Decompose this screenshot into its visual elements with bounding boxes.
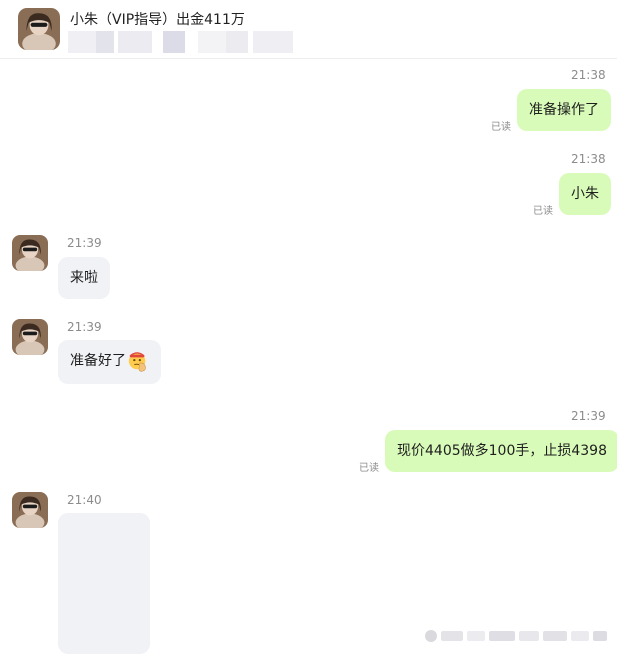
chat-header: 小朱（VIP指导）出金411万 bbox=[0, 0, 617, 59]
contact-avatar[interactable] bbox=[18, 8, 60, 50]
message-text: 准备好了 bbox=[70, 353, 126, 369]
contact-name: 小朱（VIP指导）出金411万 bbox=[70, 12, 245, 28]
message-timestamp: 21:38 bbox=[571, 152, 606, 166]
read-status: 已读 bbox=[359, 463, 379, 474]
message-bubble-incoming[interactable]: 准备好了 bbox=[58, 340, 161, 384]
image-message-attachment[interactable] bbox=[58, 513, 150, 654]
message-timestamp: 21:40 bbox=[67, 493, 102, 507]
avatar-photo-icon bbox=[12, 235, 48, 271]
sender-avatar[interactable] bbox=[12, 235, 48, 271]
message-timestamp: 21:39 bbox=[67, 236, 102, 250]
avatar-photo-icon bbox=[12, 319, 48, 355]
message-bubble-outgoing[interactable]: 现价4405做多100手，止损4398 bbox=[385, 430, 617, 472]
message-bubble-incoming[interactable]: 来啦 bbox=[58, 257, 110, 299]
watermark-blurred bbox=[423, 628, 609, 644]
read-status: 已读 bbox=[491, 122, 511, 133]
contact-subtitle-blurred bbox=[68, 31, 300, 53]
sender-avatar[interactable] bbox=[12, 319, 48, 355]
message-bubble-outgoing[interactable]: 准备操作了 bbox=[517, 89, 611, 131]
message-timestamp: 21:39 bbox=[571, 409, 606, 423]
message-timestamp: 21:38 bbox=[571, 68, 606, 82]
read-status: 已读 bbox=[533, 206, 553, 217]
sender-avatar[interactable] bbox=[12, 492, 48, 528]
avatar-photo-icon bbox=[18, 8, 60, 50]
thinking-salute-emoji-icon bbox=[128, 352, 146, 372]
avatar-photo-icon bbox=[12, 492, 48, 528]
message-timestamp: 21:39 bbox=[67, 320, 102, 334]
message-bubble-outgoing[interactable]: 小朱 bbox=[559, 173, 611, 215]
